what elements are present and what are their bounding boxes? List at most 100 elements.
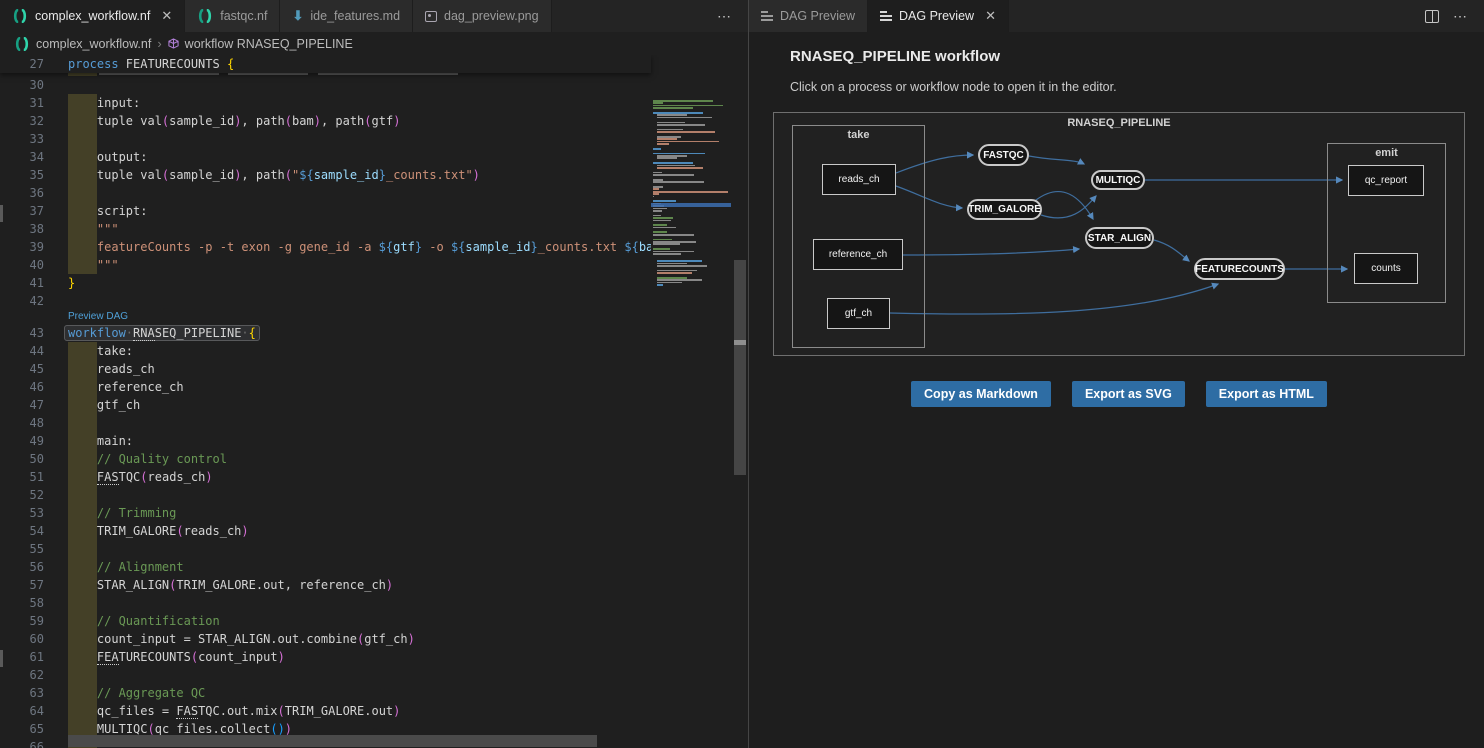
more-actions-icon[interactable]: ⋯ bbox=[717, 8, 732, 25]
tab-ide-features[interactable]: ⬇ ide_features.md bbox=[280, 0, 413, 32]
breadcrumb-symbol[interactable]: workflow RNASEQ_PIPELINE bbox=[185, 37, 353, 51]
line-number[interactable]: 60 bbox=[0, 630, 44, 648]
line-number[interactable]: 59 bbox=[0, 612, 44, 630]
line-number[interactable]: 37 bbox=[0, 202, 44, 220]
sticky-line[interactable]: 27process FEATURECOUNTS { bbox=[0, 55, 651, 73]
code-editor[interactable]: 27process FEATURECOUNTS { 3031 input:32 … bbox=[0, 55, 748, 748]
code-line[interactable]: 47 gtf_ch bbox=[0, 396, 651, 414]
export-as-html-button[interactable]: Export as HTML bbox=[1206, 381, 1327, 407]
split-editor-icon[interactable] bbox=[1425, 10, 1439, 23]
code-line[interactable]: 43workflow·RNASEQ_PIPELINE·{ bbox=[0, 324, 651, 342]
code-line[interactable]: 53 // Trimming bbox=[0, 504, 651, 522]
sticky-scroll-line[interactable]: 27process FEATURECOUNTS { bbox=[0, 55, 651, 73]
code-line[interactable]: 62 bbox=[0, 666, 651, 684]
code-line[interactable]: 39 featureCounts -p -t exon -g gene_id -… bbox=[0, 238, 651, 256]
code-line[interactable]: 60 count_input = STAR_ALIGN.out.combine(… bbox=[0, 630, 651, 648]
code-line[interactable]: 44 take: bbox=[0, 342, 651, 360]
line-number[interactable]: 40 bbox=[0, 256, 44, 274]
tab-dag-preview-2[interactable]: DAG Preview ✕ bbox=[868, 0, 1009, 32]
line-number[interactable]: 61 bbox=[0, 648, 44, 666]
tab-complex-workflow[interactable]: complex_workflow.nf ✕ bbox=[0, 0, 185, 32]
line-number[interactable]: 31 bbox=[0, 94, 44, 112]
line-number[interactable]: 45 bbox=[0, 360, 44, 378]
code-line[interactable]: 38 """ bbox=[0, 220, 651, 238]
line-number[interactable]: 43 bbox=[0, 324, 44, 342]
code-line[interactable]: 64 qc_files = FASTQC.out.mix(TRIM_GALORE… bbox=[0, 702, 651, 720]
tab-dag-preview-png[interactable]: dag_preview.png bbox=[413, 0, 552, 32]
node-gtf_ch[interactable]: gtf_ch bbox=[827, 298, 890, 329]
code-line[interactable]: 46 reference_ch bbox=[0, 378, 651, 396]
line-number[interactable]: 41 bbox=[0, 274, 44, 292]
line-number[interactable]: 34 bbox=[0, 148, 44, 166]
code-line[interactable]: 31 input: bbox=[0, 94, 651, 112]
codelens-preview-dag[interactable]: Preview DAG bbox=[0, 310, 651, 324]
node-STAR_ALIGN[interactable]: STAR_ALIGN bbox=[1085, 227, 1154, 249]
code-line[interactable]: 58 bbox=[0, 594, 651, 612]
node-MULTIQC[interactable]: MULTIQC bbox=[1091, 170, 1145, 190]
node-reads_ch[interactable]: reads_ch bbox=[822, 164, 896, 195]
line-number[interactable]: 32 bbox=[0, 112, 44, 130]
code-line[interactable]: 55 bbox=[0, 540, 651, 558]
code-line[interactable]: 50 // Quality control bbox=[0, 450, 651, 468]
line-number[interactable]: 47 bbox=[0, 396, 44, 414]
line-number[interactable]: 38 bbox=[0, 220, 44, 238]
code-line[interactable]: 36 bbox=[0, 184, 651, 202]
code-line[interactable]: 34 output: bbox=[0, 148, 651, 166]
line-number[interactable]: 57 bbox=[0, 576, 44, 594]
code-line[interactable]: 33 bbox=[0, 130, 651, 148]
line-number[interactable]: 42 bbox=[0, 292, 44, 310]
line-number[interactable]: 58 bbox=[0, 594, 44, 612]
line-number[interactable]: 44 bbox=[0, 342, 44, 360]
node-FEATURECOUNTS[interactable]: FEATURECOUNTS bbox=[1194, 258, 1285, 280]
code-line[interactable]: 56 // Alignment bbox=[0, 558, 651, 576]
code-line[interactable]: 35 tuple val(sample_id), path("${sample_… bbox=[0, 166, 651, 184]
code-line[interactable]: 59 // Quantification bbox=[0, 612, 651, 630]
code-line[interactable]: 37 script: bbox=[0, 202, 651, 220]
line-number[interactable]: 55 bbox=[0, 540, 44, 558]
line-number[interactable]: 27 bbox=[0, 55, 44, 73]
line-number[interactable]: 51 bbox=[0, 468, 44, 486]
line-number[interactable]: 49 bbox=[0, 432, 44, 450]
line-number[interactable]: 36 bbox=[0, 184, 44, 202]
code-line[interactable]: 54 TRIM_GALORE(reads_ch) bbox=[0, 522, 651, 540]
line-number[interactable]: 50 bbox=[0, 450, 44, 468]
close-icon[interactable]: ✕ bbox=[985, 8, 996, 24]
code-line[interactable]: 61 FEATURECOUNTS(count_input) bbox=[0, 648, 651, 666]
code-line[interactable]: 52 bbox=[0, 486, 651, 504]
close-icon[interactable]: ✕ bbox=[161, 8, 172, 24]
line-number[interactable]: 65 bbox=[0, 720, 44, 738]
line-number[interactable]: 39 bbox=[0, 238, 44, 256]
code-line[interactable]: 57 STAR_ALIGN(TRIM_GALORE.out, reference… bbox=[0, 576, 651, 594]
breadcrumb-file[interactable]: complex_workflow.nf bbox=[36, 37, 151, 51]
node-reference_ch[interactable]: reference_ch bbox=[813, 239, 903, 270]
code-line[interactable]: 42 bbox=[0, 292, 651, 310]
node-FASTQC[interactable]: FASTQC bbox=[978, 144, 1029, 166]
line-number[interactable]: 56 bbox=[0, 558, 44, 576]
line-number[interactable]: 66 bbox=[0, 738, 44, 748]
node-TRIM_GALORE[interactable]: TRIM_GALORE bbox=[967, 199, 1042, 220]
tab-fastqc[interactable]: fastqc.nf bbox=[185, 0, 280, 32]
export-as-svg-button[interactable]: Export as SVG bbox=[1072, 381, 1185, 407]
line-number[interactable]: 30 bbox=[0, 76, 44, 94]
node-qc_report[interactable]: qc_report bbox=[1348, 165, 1424, 196]
horizontal-scrollbar-thumb[interactable] bbox=[68, 735, 597, 747]
copy-as-markdown-button[interactable]: Copy as Markdown bbox=[911, 381, 1051, 407]
code-line[interactable]: 32 tuple val(sample_id), path(bam), path… bbox=[0, 112, 651, 130]
line-number[interactable]: 53 bbox=[0, 504, 44, 522]
node-counts[interactable]: counts bbox=[1354, 253, 1418, 284]
line-number[interactable]: 35 bbox=[0, 166, 44, 184]
vertical-scrollbar-thumb[interactable] bbox=[734, 260, 746, 475]
code-line[interactable]: 30 bbox=[0, 76, 651, 94]
line-number[interactable]: 62 bbox=[0, 666, 44, 684]
vertical-scrollbar[interactable] bbox=[733, 55, 747, 748]
line-number[interactable]: 48 bbox=[0, 414, 44, 432]
line-number[interactable]: 52 bbox=[0, 486, 44, 504]
code-line[interactable]: 45 reads_ch bbox=[0, 360, 651, 378]
code-line[interactable]: 41} bbox=[0, 274, 651, 292]
code-line[interactable]: 51 FASTQC(reads_ch) bbox=[0, 468, 651, 486]
code-line[interactable]: 40 """ bbox=[0, 256, 651, 274]
line-number[interactable]: 46 bbox=[0, 378, 44, 396]
code-line[interactable]: 48 bbox=[0, 414, 651, 432]
line-number[interactable]: 54 bbox=[0, 522, 44, 540]
line-number[interactable]: 33 bbox=[0, 130, 44, 148]
